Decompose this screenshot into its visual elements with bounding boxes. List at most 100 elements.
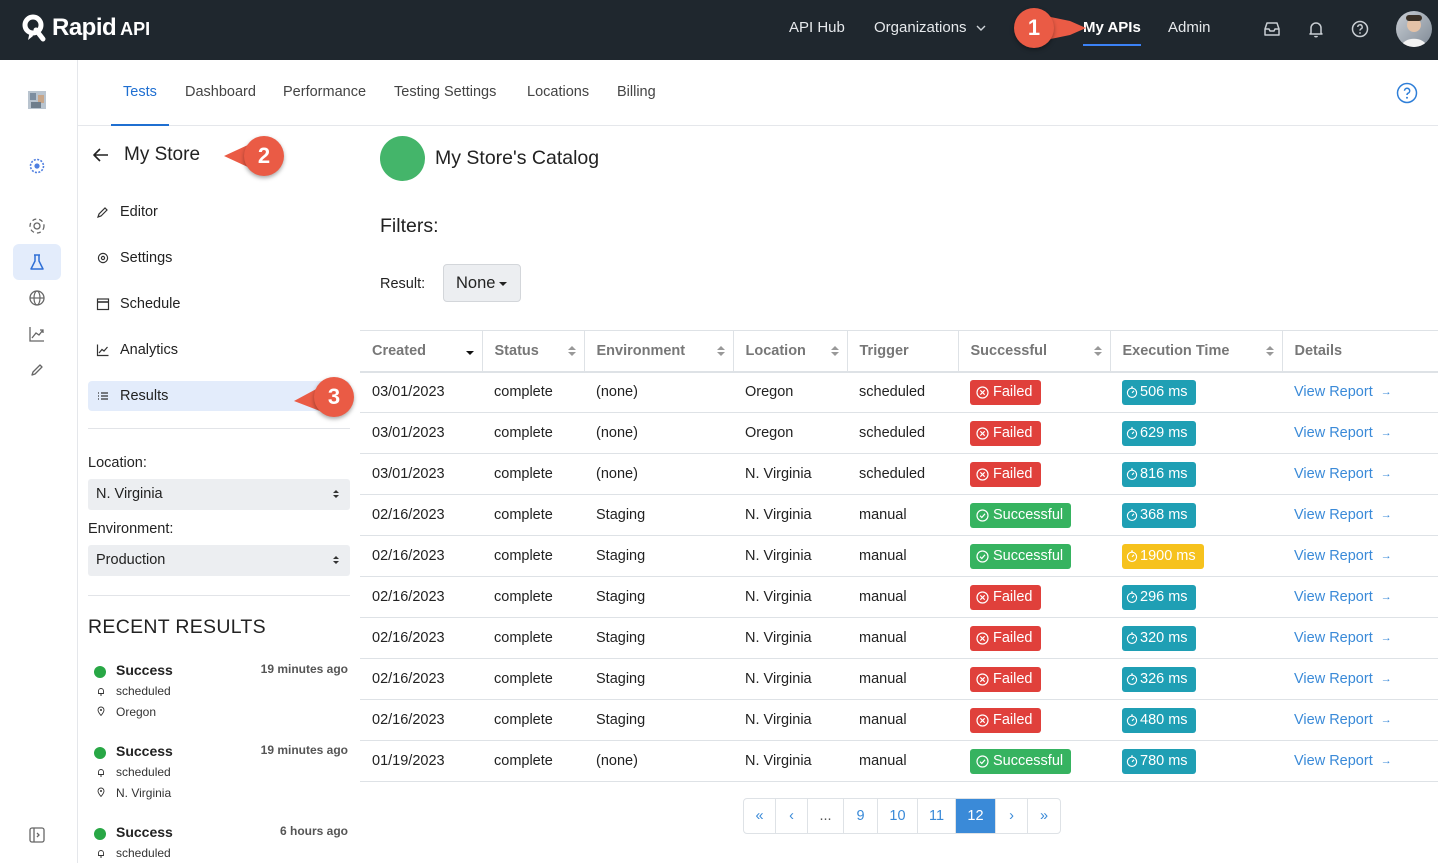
col-environment[interactable]: Environment [584,330,734,373]
page-last[interactable]: » [1028,799,1060,833]
cell-location: Oregon [733,371,847,413]
rail-testing[interactable] [13,244,61,280]
page-9[interactable]: 9 [844,799,878,833]
recent-location: N. Virginia [116,786,172,800]
col-location[interactable]: Location [733,330,848,373]
view-report-link[interactable]: View Report → [1294,671,1392,687]
result-badge-label: Failed [993,384,1033,401]
page-12-current[interactable]: 12 [956,799,996,833]
col-successful[interactable]: Successful [958,330,1111,373]
gateway-icon [29,218,45,234]
rail-analytics[interactable] [13,316,61,352]
table-row: 03/01/2023 complete (none) Oregon scheduled F… [360,412,1438,454]
rail-gateway[interactable] [13,208,61,244]
sort-icon [830,346,839,356]
execution-time-value: 816 ms [1140,466,1188,482]
rail-project-avatar[interactable] [13,82,61,118]
view-report-label: View Report [1294,548,1373,564]
help-icon[interactable] [1396,82,1418,104]
view-report-link[interactable]: View Report → [1294,466,1392,482]
user-avatar[interactable] [1396,11,1432,47]
cell-location: N. Virginia [733,699,847,741]
test-side-panel: My Store Editor Settings Schedule Analyt… [78,126,360,863]
bell-icon [98,850,104,858]
arrow-left-icon[interactable] [92,147,110,163]
tab-testing-settings[interactable]: Testing Settings [394,60,496,126]
col-label: Environment [596,342,686,359]
cell-details: View Report → [1282,453,1438,495]
menu-settings[interactable]: Settings [88,243,350,273]
page-next[interactable]: › [996,799,1028,833]
tab-tests[interactable]: Tests [111,60,169,126]
hub-icon [29,158,45,174]
bell-icon[interactable] [1306,19,1326,39]
view-report-link[interactable]: View Report → [1294,384,1392,400]
menu-schedule[interactable]: Schedule [88,289,350,319]
tab-dashboard[interactable]: Dashboard [185,60,256,126]
recent-result-item[interactable]: Success 19 minutes ago scheduled Oregon [92,662,348,722]
view-report-link[interactable]: View Report → [1294,507,1392,523]
col-trigger[interactable]: Trigger [847,330,959,373]
check-circle-icon [976,754,989,768]
cell-execution-time: 296 ms [1110,576,1282,618]
filters-heading: Filters: [380,215,439,237]
col-execution-time[interactable]: Execution Time [1110,330,1283,373]
recent-result-item[interactable]: Success 6 hours ago scheduled [92,824,348,863]
page-10[interactable]: 10 [878,799,918,833]
stopwatch-icon [1126,632,1138,644]
cell-created: 02/16/2023 [360,658,482,700]
x-circle-icon [976,386,989,399]
execution-time-badge: 320 ms [1122,625,1196,651]
location-select[interactable]: N. Virginia [88,479,350,510]
view-report-link[interactable]: View Report → [1294,589,1392,605]
page-11[interactable]: 11 [918,799,956,833]
table-row: 03/01/2023 complete (none) N. Virginia sched… [360,453,1438,495]
view-report-link[interactable]: View Report → [1294,712,1392,728]
list-icon [98,392,108,400]
nav-api-hub[interactable]: API Hub [789,0,845,60]
rail-edit[interactable] [13,352,61,388]
environment-select[interactable]: Production [88,545,350,576]
execution-time-value: 326 ms [1140,671,1188,687]
rail-collapse[interactable] [13,817,61,853]
rail-globe[interactable] [13,280,61,316]
rapidapi-logo[interactable]: Rapid API [22,14,150,42]
stopwatch-icon [1126,509,1138,521]
view-report-link[interactable]: View Report → [1294,425,1392,441]
col-created[interactable]: Created [360,330,483,373]
recent-result-item[interactable]: Success 19 minutes ago scheduled N. Virg… [92,743,348,803]
nav-organizations[interactable]: Organizations [874,0,986,60]
trend-chart-icon [96,344,109,357]
view-report-link[interactable]: View Report → [1294,753,1392,769]
result-badge-label: Failed [993,589,1033,605]
menu-analytics[interactable]: Analytics [88,335,350,365]
inbox-icon[interactable] [1262,19,1282,39]
cell-created: 02/16/2023 [360,617,482,659]
tab-performance[interactable]: Performance [283,60,366,126]
sidebar-expand-icon [29,827,45,843]
recent-status: Success [116,824,173,840]
result-filter-dropdown[interactable]: None [443,264,521,302]
menu-editor[interactable]: Editor [88,197,350,227]
recent-trigger: scheduled [116,765,171,779]
help-circle-icon[interactable] [1350,19,1370,39]
pencil-icon [31,364,43,376]
result-badge-label: Successful [993,548,1064,564]
rail-hub[interactable] [13,148,61,184]
tab-billing[interactable]: Billing [617,60,656,126]
view-report-link[interactable]: View Report → [1294,630,1392,646]
sort-icon [1093,346,1102,356]
nav-my-apis[interactable]: My APIs [1083,0,1141,60]
tab-locations[interactable]: Locations [527,60,589,126]
x-circle-icon [976,672,989,686]
view-report-link[interactable]: View Report → [1294,548,1392,564]
page-prev[interactable]: ‹ [776,799,808,833]
stopwatch-icon [1126,427,1138,439]
map-pin-icon [97,787,105,797]
x-circle-icon [976,467,989,481]
recent-time-ago: 6 hours ago [279,824,348,838]
view-report-label: View Report [1294,753,1373,769]
page-first[interactable]: « [744,799,776,833]
col-status[interactable]: Status [482,330,585,373]
nav-admin[interactable]: Admin [1168,0,1211,60]
